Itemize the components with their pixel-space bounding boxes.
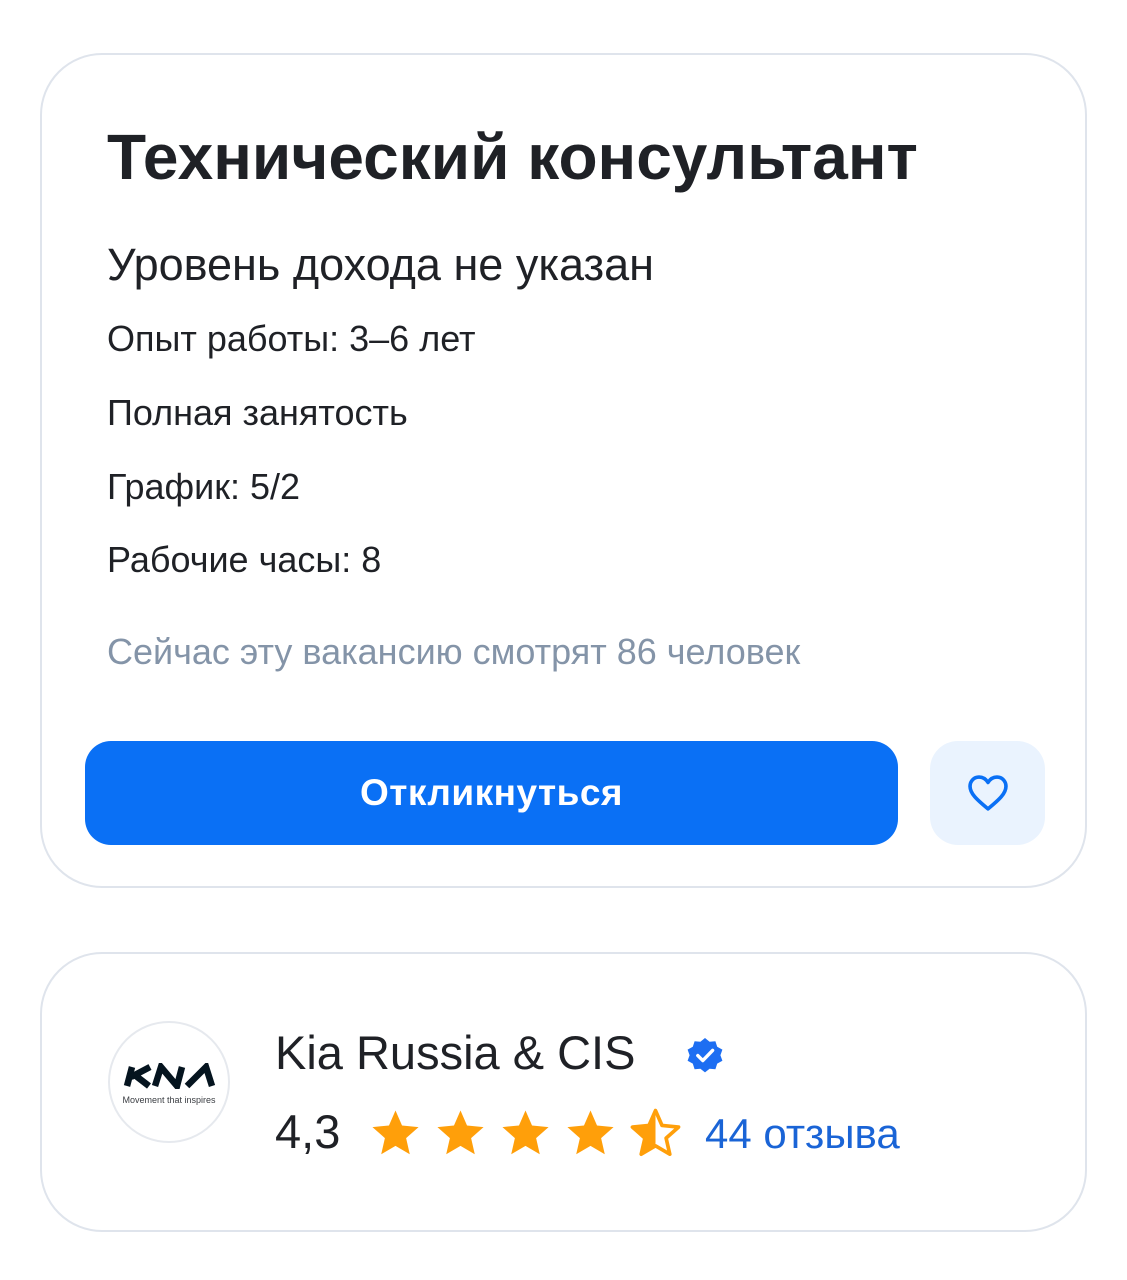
vacancy-card: Технический консультант Уровень дохода н… xyxy=(40,53,1087,888)
logo-slogan: Movement that inspires xyxy=(122,1095,216,1105)
rating-stars xyxy=(370,1108,681,1158)
star-filled-icon xyxy=(437,1110,484,1155)
star-half-icon xyxy=(630,1108,681,1157)
working-hours-text: Рабочие часы: 8 xyxy=(107,539,382,580)
star-filled-icon xyxy=(502,1110,549,1155)
star-filled-icon xyxy=(372,1110,419,1155)
heart-icon xyxy=(967,774,1009,812)
favorite-button[interactable] xyxy=(930,741,1045,845)
apply-button[interactable]: Откликнуться xyxy=(85,741,898,845)
employer-card: Movement that inspires Kia Russia & CIS … xyxy=(40,952,1087,1232)
rating-value: 4,3 xyxy=(275,1105,341,1158)
company-logo[interactable]: Movement that inspires xyxy=(108,1021,230,1143)
star-filled-icon xyxy=(567,1110,614,1155)
salary-info: Уровень дохода не указан xyxy=(107,239,655,290)
experience-text: Опыт работы: 3–6 лет xyxy=(107,318,476,359)
viewers-count-text: Сейчас эту вакансию смотрят 86 человек xyxy=(107,631,801,672)
reviews-link[interactable]: 44 отзыва xyxy=(705,1108,900,1160)
company-name[interactable]: Kia Russia & CIS xyxy=(275,1025,635,1081)
schedule-text: График: 5/2 xyxy=(107,466,301,507)
kia-logo-mark xyxy=(123,1063,216,1089)
verified-badge-icon xyxy=(685,1036,725,1081)
vacancy-title: Технический консультант xyxy=(107,121,918,193)
employment-type-text: Полная занятость xyxy=(107,392,408,433)
